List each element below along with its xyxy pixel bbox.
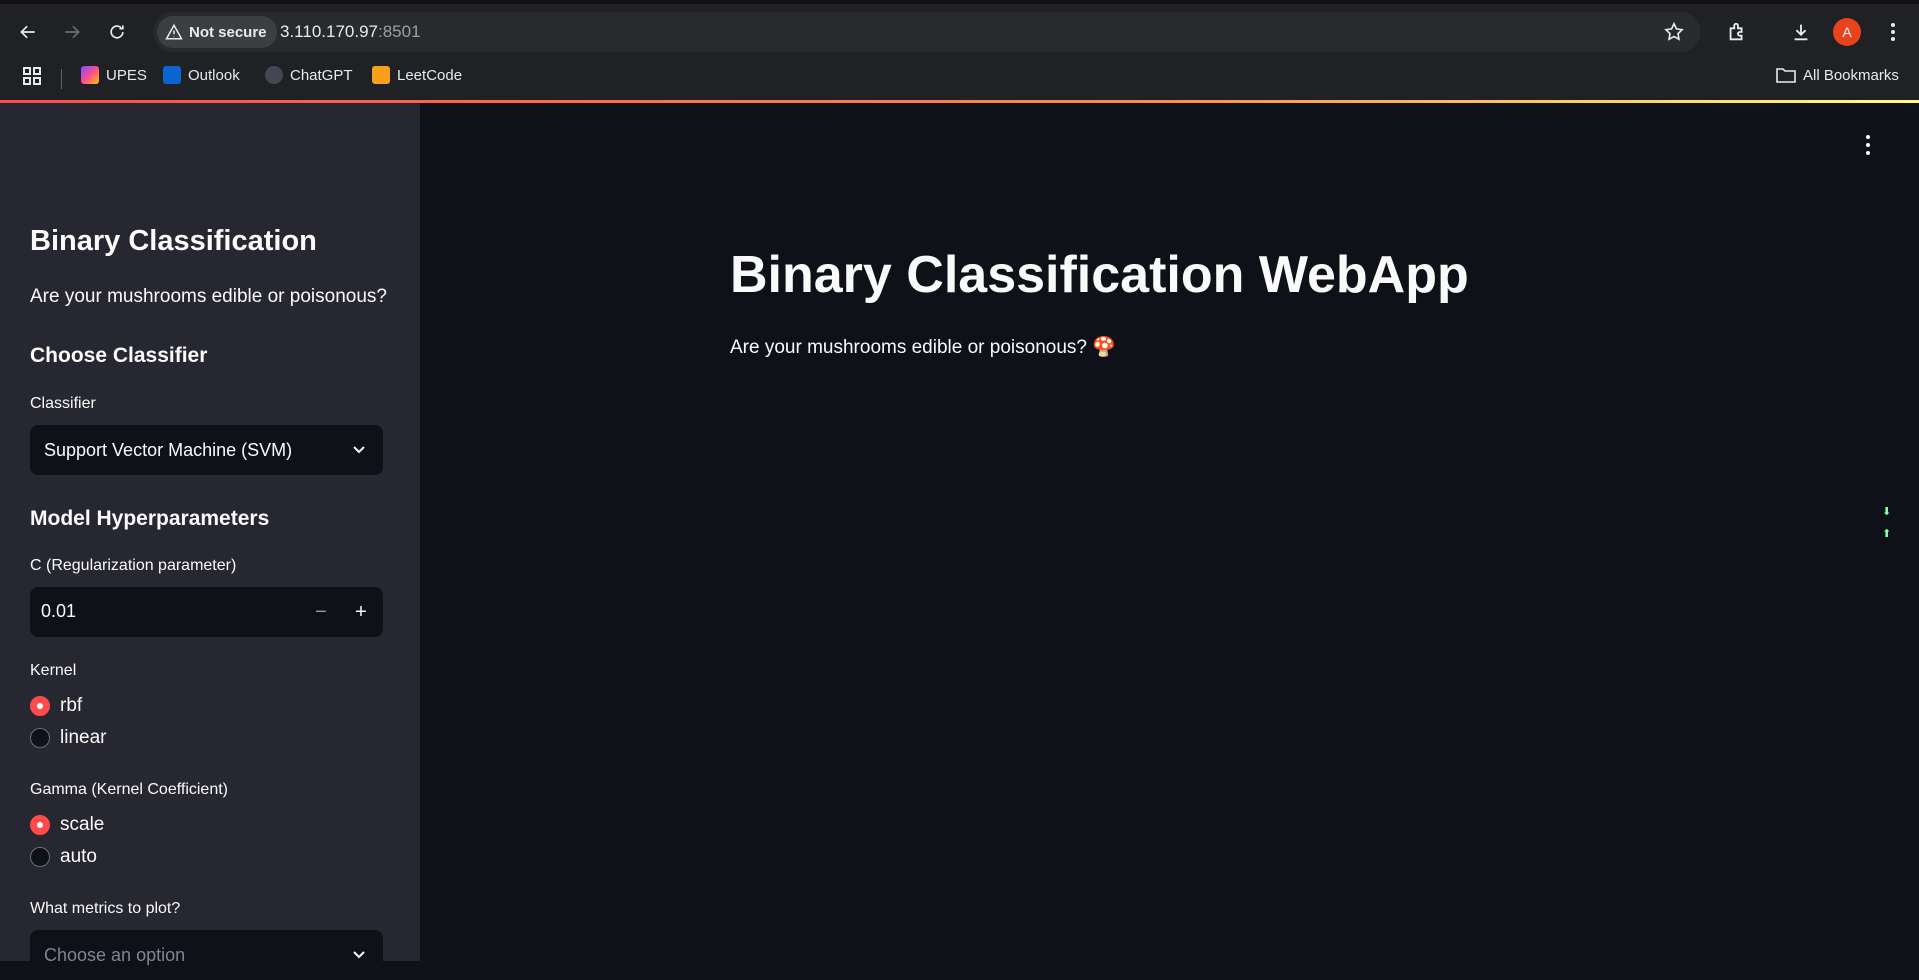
upes-icon: [81, 66, 99, 84]
folder-icon: [1776, 68, 1796, 83]
gamma-label: Gamma (Kernel Coefficient): [30, 781, 228, 798]
metrics-label: What metrics to plot?: [30, 900, 181, 917]
outlook-icon: [163, 66, 181, 84]
browser-toolbar: Not secure 3.110.170.97:8501 A: [0, 0, 1919, 55]
c-param-value[interactable]: 0.01: [41, 601, 76, 622]
radio-unchecked-icon: [30, 728, 50, 748]
classifier-label: Classifier: [30, 395, 96, 412]
radio-unchecked-icon: [30, 847, 50, 867]
upload-arrow-icon: ⬆: [1882, 528, 1892, 540]
page-subtitle: Are your mushrooms edible or poisonous? …: [730, 337, 1116, 358]
metrics-placeholder: Choose an option: [44, 944, 186, 965]
increment-button[interactable]: +: [341, 587, 381, 637]
kernel-label: Kernel: [30, 662, 77, 679]
url-text[interactable]: 3.110.170.97:8501: [280, 22, 421, 42]
download-icon[interactable]: [1787, 18, 1815, 46]
kernel-option-linear[interactable]: linear: [30, 727, 106, 749]
hyperparameters-heading: Model Hyperparameters: [30, 507, 270, 530]
reload-icon[interactable]: [103, 18, 131, 46]
app-menu-icon[interactable]: [1865, 134, 1871, 161]
choose-classifier-heading: Choose Classifier: [30, 344, 208, 367]
radio-checked-icon: [30, 815, 50, 835]
c-param-label: C (Regularization parameter): [30, 557, 237, 574]
bookmark-star-icon[interactable]: [1663, 21, 1685, 48]
back-icon[interactable]: [14, 18, 42, 46]
bookmarks-divider: [61, 69, 62, 89]
sidebar: Binary Classification Are your mushrooms…: [0, 103, 420, 980]
chevron-down-icon: [353, 446, 365, 454]
sidebar-title: Binary Classification: [30, 225, 317, 257]
chevron-down-icon: [353, 951, 365, 959]
gamma-option-auto[interactable]: auto: [30, 846, 97, 868]
address-bar[interactable]: Not secure 3.110.170.97:8501: [153, 12, 1701, 52]
bookmark-chatgpt[interactable]: ChatGPT: [265, 66, 353, 84]
profile-avatar[interactable]: A: [1833, 18, 1861, 46]
security-chip[interactable]: Not secure: [157, 16, 277, 48]
bookmark-leetcode[interactable]: LeetCode: [372, 66, 462, 84]
decrement-button[interactable]: −: [301, 587, 341, 637]
classifier-value: Support Vector Machine (SVM): [44, 439, 293, 460]
forward-icon[interactable]: [58, 18, 86, 46]
bookmark-upes[interactable]: UPES: [81, 66, 147, 84]
bookmarks-bar: UPES Outlook ChatGPT LeetCode All Bookma…: [0, 55, 1919, 100]
extensions-icon[interactable]: [1723, 18, 1751, 46]
download-arrow-icon: ⬇: [1882, 506, 1892, 518]
page-title: Binary Classification WebApp: [730, 246, 1469, 304]
all-bookmarks[interactable]: All Bookmarks: [1776, 66, 1899, 84]
radio-checked-icon: [30, 696, 50, 716]
sidebar-subtitle: Are your mushrooms edible or poisonous?: [30, 286, 387, 307]
leetcode-icon: [372, 66, 390, 84]
bookmark-outlook[interactable]: Outlook: [163, 66, 240, 84]
c-param-input[interactable]: 0.01 − +: [30, 587, 383, 637]
gamma-option-scale[interactable]: scale: [30, 814, 104, 836]
browser-menu-icon[interactable]: [1879, 18, 1907, 46]
kernel-option-rbf[interactable]: rbf: [30, 695, 82, 717]
metrics-multiselect[interactable]: Choose an option: [30, 930, 383, 980]
warning-icon: [165, 23, 183, 40]
classifier-select[interactable]: Support Vector Machine (SVM): [30, 425, 383, 475]
apps-grid-icon[interactable]: [22, 66, 42, 86]
chatgpt-icon: [265, 66, 283, 84]
security-label: Not secure: [189, 23, 267, 41]
